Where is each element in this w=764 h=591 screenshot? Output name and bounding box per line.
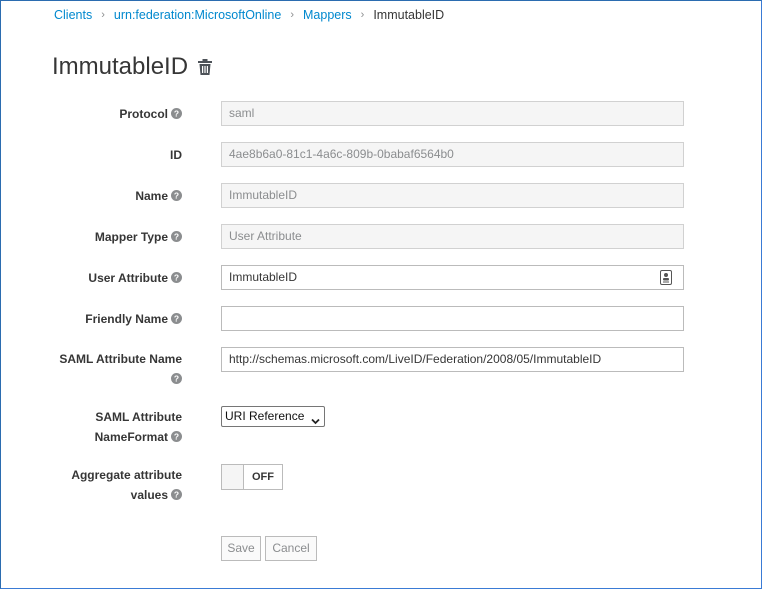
saml-nameformat-selected: URI Reference [225, 409, 305, 423]
breadcrumb-clients[interactable]: Clients [54, 8, 92, 22]
mapper-type-label-text: Mapper Type [94, 230, 168, 244]
help-icon[interactable]: ? [171, 486, 182, 506]
help-icon[interactable]: ? [171, 105, 182, 125]
save-button[interactable]: Save [221, 536, 261, 561]
svg-text:?: ? [174, 191, 179, 201]
svg-text:?: ? [174, 109, 179, 119]
contact-card-icon[interactable] [660, 270, 672, 293]
protocol-field: saml [221, 101, 684, 126]
svg-text:?: ? [174, 273, 179, 283]
chevron-right-icon: › [290, 9, 295, 21]
svg-text:?: ? [174, 490, 179, 500]
friendly-name-input[interactable] [221, 306, 684, 331]
saml-attribute-name-label: SAML Attribute Name ? [12, 349, 182, 390]
breadcrumb-mappers[interactable]: Mappers [303, 8, 352, 22]
toggle-state: OFF [252, 471, 274, 483]
breadcrumb: Clients › urn:federation:MicrosoftOnline… [54, 8, 444, 22]
trash-icon[interactable] [198, 59, 213, 78]
breadcrumb-current: ImmutableID [373, 8, 445, 22]
chevron-right-icon: › [360, 9, 365, 21]
help-icon[interactable]: ? [171, 370, 182, 390]
breadcrumb-client[interactable]: urn:federation:MicrosoftOnline [114, 8, 281, 22]
user-attribute-input[interactable]: ImmutableID [221, 265, 684, 290]
saml-attribute-name-input[interactable]: http://schemas.microsoft.com/LiveID/Fede… [221, 347, 684, 372]
help-icon[interactable]: ? [171, 428, 182, 448]
saml-nameformat-label-line2: NameFormat [94, 430, 168, 444]
help-icon[interactable]: ? [171, 228, 182, 248]
svg-text:?: ? [174, 374, 179, 384]
cancel-button[interactable]: Cancel [265, 536, 317, 561]
chevron-right-icon: › [101, 9, 105, 21]
id-field: 4ae8b6a0-81c1-4a6c-809b-0babaf6564b0 [221, 142, 684, 167]
saml-attribute-name-label-text: SAML Attribute Name [59, 352, 182, 366]
page-header: ImmutableID [52, 53, 213, 81]
saml-nameformat-label-line1: SAML Attribute [95, 410, 182, 424]
user-attribute-value: ImmutableID [229, 270, 298, 284]
mapper-type-field: User Attribute [221, 224, 684, 249]
user-attribute-label: User Attribute? [12, 268, 182, 289]
help-icon[interactable]: ? [171, 310, 182, 330]
svg-text:?: ? [174, 232, 179, 242]
friendly-name-label-text: Friendly Name [85, 312, 168, 326]
aggregate-label: Aggregate attribute values? [12, 465, 182, 506]
protocol-label: Protocol? [12, 104, 182, 125]
toggle-knob [222, 465, 244, 489]
chevron-down-icon [311, 412, 320, 431]
aggregate-label-line1: Aggregate attribute [71, 468, 182, 482]
name-label: Name? [12, 186, 182, 207]
aggregate-toggle[interactable]: OFF [221, 464, 283, 490]
page-title: ImmutableID [52, 53, 189, 80]
user-attribute-label-text: User Attribute [88, 271, 168, 285]
mapper-type-label: Mapper Type? [12, 227, 182, 248]
friendly-name-label: Friendly Name? [12, 309, 182, 330]
aggregate-label-line2: values [130, 488, 168, 502]
saml-nameformat-select[interactable]: URI Reference [221, 406, 325, 427]
help-icon[interactable]: ? [171, 269, 182, 289]
name-label-text: Name [135, 189, 168, 203]
help-icon[interactable]: ? [171, 187, 182, 207]
saml-nameformat-label: SAML Attribute NameFormat? [12, 407, 182, 448]
svg-text:?: ? [174, 432, 179, 442]
protocol-label-text: Protocol [119, 107, 168, 121]
name-field: ImmutableID [221, 183, 684, 208]
svg-text:?: ? [174, 314, 179, 324]
id-label: ID [170, 148, 182, 162]
